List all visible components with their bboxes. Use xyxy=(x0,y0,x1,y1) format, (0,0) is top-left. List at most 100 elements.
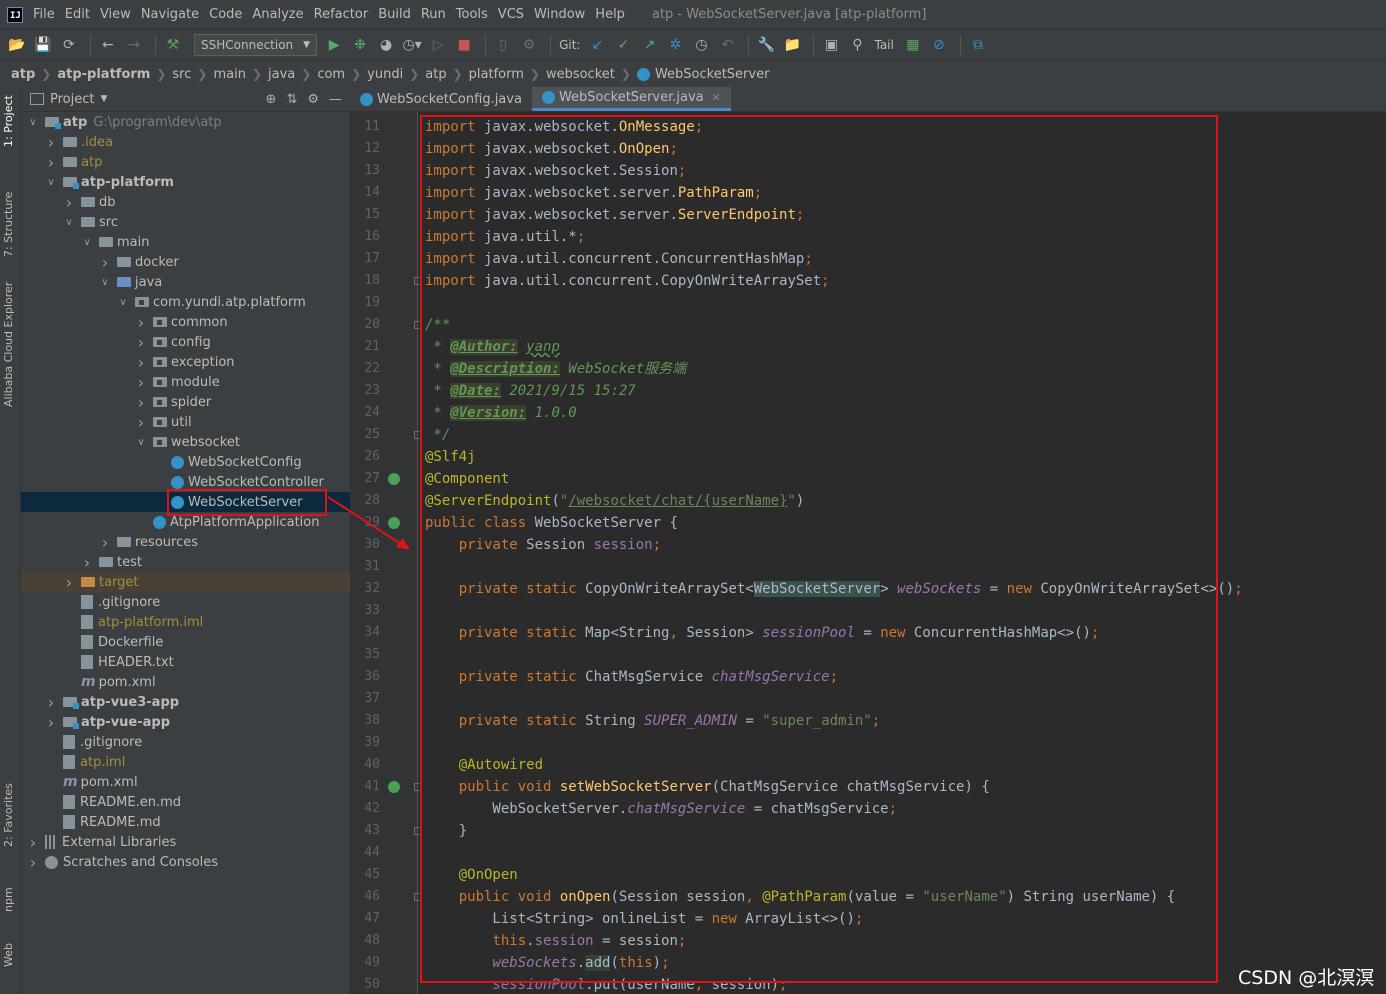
breadcrumb-item[interactable]: WebSocketServer xyxy=(655,67,770,82)
npm-tool-button[interactable]: npm xyxy=(2,887,15,912)
breadcrumb-item[interactable]: atp xyxy=(11,67,35,82)
tree-item[interactable]: › atp-vue-app xyxy=(21,712,350,732)
menu-help[interactable]: Help xyxy=(595,7,625,22)
chevron-right-icon[interactable]: › xyxy=(27,853,39,872)
chevron-right-icon[interactable]: › xyxy=(45,153,57,172)
chevron-right-icon[interactable]: › xyxy=(135,373,147,392)
breadcrumb-item[interactable]: platform xyxy=(469,67,524,82)
tree-item[interactable]: › resources xyxy=(21,532,350,552)
menu-view[interactable]: View xyxy=(100,7,131,22)
tree-item[interactable]: › util xyxy=(21,412,350,432)
menu-file[interactable]: File xyxy=(33,7,55,22)
tree-item[interactable]: Dockerfile xyxy=(21,632,350,652)
tree-item[interactable]: HEADER.txt xyxy=(21,652,350,672)
chevron-right-icon[interactable]: › xyxy=(45,133,57,152)
breadcrumb-item[interactable]: src xyxy=(172,67,191,82)
chevron-right-icon[interactable]: › xyxy=(27,833,39,852)
tree-item[interactable]: › atp-vue3-app xyxy=(21,692,350,712)
chevron-down-icon[interactable]: ∨ xyxy=(117,297,129,308)
tree-item[interactable]: ∨ websocket xyxy=(21,432,350,452)
menu-code[interactable]: Code xyxy=(209,7,242,22)
breadcrumb-item[interactable]: websocket xyxy=(546,67,615,82)
menu-window[interactable]: Window xyxy=(534,7,585,22)
tree-item[interactable]: › target xyxy=(21,572,350,592)
tree-item[interactable]: › config xyxy=(21,332,350,352)
breadcrumb-item[interactable]: atp xyxy=(425,67,446,82)
attach-icon[interactable]: ⚙ xyxy=(518,34,540,56)
tree-item[interactable]: › spider xyxy=(21,392,350,412)
chevron-right-icon[interactable]: › xyxy=(99,253,111,272)
tree-item[interactable]: m pom.xml xyxy=(21,772,350,792)
git-commit-check-icon[interactable]: ✓ xyxy=(612,34,634,56)
tree-item[interactable]: ∨ src xyxy=(21,212,350,232)
tree-item[interactable]: › Scratches and Consoles xyxy=(21,852,350,872)
menu-refactor[interactable]: Refactor xyxy=(314,7,369,22)
structure-tool-button[interactable]: 7: Structure xyxy=(2,192,15,257)
run-icon[interactable]: ▶ xyxy=(323,34,345,56)
chevron-right-icon[interactable]: › xyxy=(45,693,57,712)
chevron-down-icon[interactable]: ∨ xyxy=(63,217,75,228)
breadcrumb-item[interactable]: atp-platform xyxy=(57,67,150,82)
chevron-right-icon[interactable]: › xyxy=(135,413,147,432)
breadcrumb-item[interactable]: com xyxy=(317,67,345,82)
chevron-right-icon[interactable]: › xyxy=(81,553,93,572)
tree-item[interactable]: .gitignore xyxy=(21,592,350,612)
disable-icon[interactable]: ⊘ xyxy=(928,34,950,56)
tree-item[interactable]: README.en.md xyxy=(21,792,350,812)
tree-item[interactable]: ∨ main xyxy=(21,232,350,252)
menu-edit[interactable]: Edit xyxy=(65,7,90,22)
gear-icon[interactable]: ⚙ xyxy=(307,92,319,107)
coverage-icon[interactable]: ◕ xyxy=(375,34,397,56)
chevron-down-icon[interactable]: ∨ xyxy=(45,177,57,188)
chevron-down-icon[interactable]: ▼ xyxy=(100,94,107,104)
debug-bug-icon[interactable]: ❉ xyxy=(349,34,371,56)
tree-item[interactable]: › module xyxy=(21,372,350,392)
history-clock-icon[interactable]: ◷ xyxy=(690,34,712,56)
tree-item[interactable]: › test xyxy=(21,552,350,572)
chevron-right-icon[interactable]: › xyxy=(63,193,75,212)
chevron-right-icon[interactable]: › xyxy=(99,533,111,552)
tree-item[interactable]: › db xyxy=(21,192,350,212)
tree-item[interactable]: ∨ atp-platform xyxy=(21,172,350,192)
stop-icon[interactable]: ■ xyxy=(453,34,475,56)
locate-target-icon[interactable]: ⊕ xyxy=(266,92,277,107)
chevron-right-icon[interactable]: › xyxy=(135,393,147,412)
cloud-icon[interactable]: ⧉ xyxy=(967,34,989,56)
tail-button[interactable]: Tail xyxy=(874,38,893,52)
editor-tab[interactable]: WebSocketConfig.java xyxy=(350,87,532,111)
menu-build[interactable]: Build xyxy=(378,7,411,22)
chevron-down-icon[interactable]: ∨ xyxy=(135,437,147,448)
back-arrow-icon[interactable]: ← xyxy=(97,34,119,56)
chevron-down-icon[interactable]: ∨ xyxy=(81,237,93,248)
project-tool-button[interactable]: 1: Project xyxy=(2,95,15,147)
minimize-icon[interactable]: — xyxy=(329,92,342,107)
tree-item[interactable]: WebSocketConfig xyxy=(21,452,350,472)
resume-icon[interactable]: ▷ xyxy=(427,34,449,56)
tree-item[interactable]: › exception xyxy=(21,352,350,372)
chevron-right-icon[interactable]: › xyxy=(135,333,147,352)
tree-item[interactable]: › External Libraries xyxy=(21,832,350,852)
sync-icon[interactable]: ⟳ xyxy=(58,34,80,56)
device-icon[interactable]: ▯ xyxy=(492,34,514,56)
save-all-icon[interactable]: 💾 xyxy=(32,34,54,56)
alibaba-cloud-tool-button[interactable]: Alibaba Cloud Explorer xyxy=(2,282,15,407)
tree-item[interactable]: m pom.xml xyxy=(21,672,350,692)
tree-item[interactable]: › docker xyxy=(21,252,350,272)
breadcrumb-item[interactable]: main xyxy=(213,67,245,82)
forward-arrow-icon[interactable]: → xyxy=(123,34,145,56)
menu-tools[interactable]: Tools xyxy=(456,7,488,22)
breadcrumb-item[interactable]: java xyxy=(268,67,295,82)
chevron-down-icon[interactable]: ∨ xyxy=(27,117,39,128)
search-icon[interactable]: ⚲ xyxy=(846,34,868,56)
spring-bean-icon[interactable] xyxy=(388,517,400,529)
close-icon[interactable]: ✕ xyxy=(712,91,721,104)
project-structure-icon[interactable]: 📁 xyxy=(781,34,803,56)
tree-item[interactable]: README.md xyxy=(21,812,350,832)
open-folder-icon[interactable]: 📂 xyxy=(6,34,28,56)
chevron-down-icon[interactable]: ∨ xyxy=(99,277,111,288)
menu-vcs[interactable]: VCS xyxy=(498,7,524,22)
tree-item[interactable]: .gitignore xyxy=(21,732,350,752)
chevron-right-icon[interactable]: › xyxy=(135,313,147,332)
tree-item[interactable]: ∨ com.yundi.atp.platform xyxy=(21,292,350,312)
chevron-right-icon[interactable]: › xyxy=(63,573,75,592)
